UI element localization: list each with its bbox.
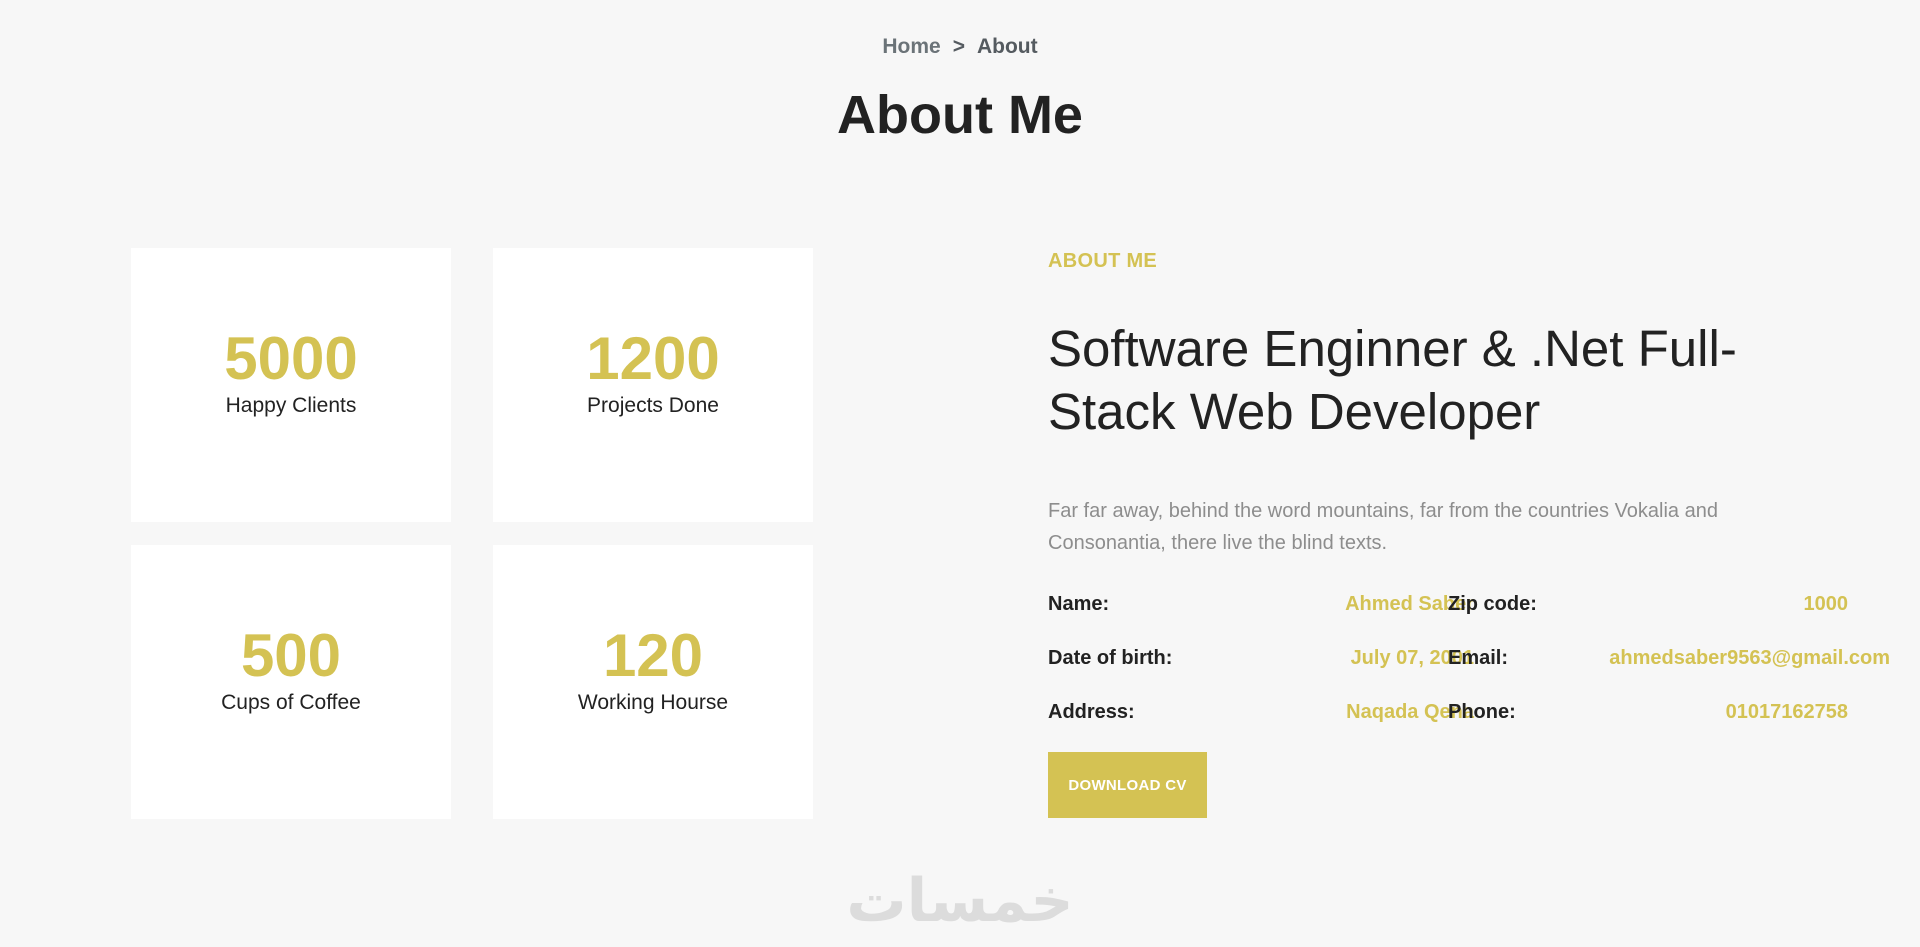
info-row: Name: Ahmed Saber Zip code: 1000 [1048, 593, 1908, 623]
stat-value: 500 [240, 622, 342, 689]
about-section: ABOUT ME Software Enginner & .Net Full-S… [1048, 250, 1898, 818]
breadcrumb-current: About [976, 35, 1038, 58]
breadcrumb-separator: > [952, 35, 965, 58]
breadcrumb-home-link[interactable]: Home [882, 35, 940, 58]
download-cv-button[interactable]: DOWNLOAD CV [1048, 752, 1207, 818]
stat-label: Happy Clients [225, 394, 357, 417]
stat-value: 120 [602, 622, 704, 689]
info-label-email: Email: [1448, 647, 1509, 669]
info-label-phone: Phone: [1448, 701, 1516, 723]
page-title: About Me [837, 85, 1083, 145]
info-label-name: Name: [1048, 593, 1110, 615]
stat-label: Cups of Coffee [221, 691, 361, 714]
stat-value: 1200 [586, 325, 720, 392]
stat-card-happy-clients: 5000 Happy Clients [131, 248, 451, 522]
stat-card-working-hours: 120 Working Hourse [493, 545, 813, 819]
info-row: Address: Naqada Qena Phone: 01017162758 [1048, 701, 1908, 731]
info-value-zip: 1000 [1803, 593, 1849, 615]
section-eyebrow: ABOUT ME [1048, 250, 1158, 272]
info-label-address: Address: [1048, 701, 1135, 723]
info-row: Date of birth: July 07, 2001 Email: ahme… [1048, 647, 1908, 677]
watermark-logo: خمسات [846, 866, 1074, 936]
info-value-phone: 01017162758 [1725, 701, 1848, 723]
stat-card-projects-done: 1200 Projects Done [493, 248, 813, 522]
about-headline: Software Enginner & .Net Full-Stack Web … [1048, 320, 1737, 440]
stat-label: Projects Done [587, 394, 719, 417]
breadcrumb: Home > About [0, 35, 1920, 59]
stat-value: 5000 [224, 325, 358, 392]
info-label-zip: Zip code: [1448, 593, 1537, 615]
about-description: Far far away, behind the word mountains,… [1048, 500, 1718, 554]
stat-label: Working Hourse [577, 691, 729, 714]
info-label-dob: Date of birth: [1048, 647, 1173, 669]
stat-card-cups-of-coffee: 500 Cups of Coffee [131, 545, 451, 819]
info-value-email: ahmedsaber9563@gmail.com [1609, 647, 1890, 669]
